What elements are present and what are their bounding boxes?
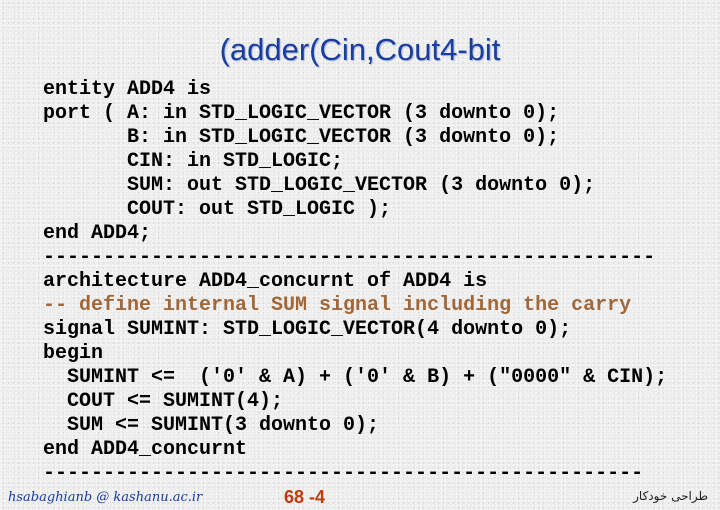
code-line: signal SUMINT: STD_LOGIC_VECTOR(4 downto… <box>43 318 572 341</box>
code-line: entity ADD4 is <box>43 78 212 101</box>
course-title: طراحی خودکار <box>633 489 708 503</box>
code-line: B: in STD_LOGIC_VECTOR (3 downto 0); <box>43 126 560 149</box>
slide-title: (adder(Cin,Cout4-bit <box>219 32 501 67</box>
separator-line: ----------------------------------------… <box>43 246 656 269</box>
code-line: COUT: out STD_LOGIC ); <box>43 198 392 221</box>
footer-email: hsabaghianb @ kashanu.ac.ir <box>8 490 203 505</box>
code-line: CIN: in STD_LOGIC; <box>43 150 344 173</box>
code-line: COUT <= SUMINT(4); <box>43 390 284 413</box>
code-line: end ADD4; <box>43 222 152 245</box>
code-line: SUM <= SUMINT(3 downto 0); <box>43 414 380 437</box>
code-line: port ( A: in STD_LOGIC_VECTOR (3 downto … <box>43 102 560 125</box>
code-block: entity ADD4 is port ( A: in STD_LOGIC_VEC… <box>43 78 667 486</box>
code-line: begin <box>43 342 104 365</box>
separator-line: ----------------------------------------… <box>43 462 644 485</box>
code-line: SUM: out STD_LOGIC_VECTOR (3 downto 0); <box>43 174 596 197</box>
code-line: end ADD4_concurnt <box>43 438 248 461</box>
code-line: architecture ADD4_concurnt of ADD4 is <box>43 270 488 293</box>
page-number: 68 -4 <box>284 487 326 507</box>
comment-line: -- define internal SUM signal including … <box>43 294 632 317</box>
code-line: SUMINT <= ('0' & A) + ('0' & B) + ("0000… <box>43 366 668 389</box>
